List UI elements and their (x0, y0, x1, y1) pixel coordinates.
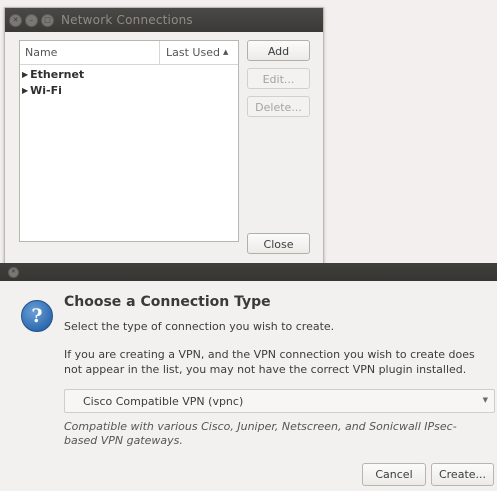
group-label: Ethernet (30, 67, 85, 81)
dialog-heading: Choose a Connection Type (64, 294, 271, 310)
selected-connection-type: Cisco Compatible VPN (vpnc) (83, 394, 244, 408)
cancel-button[interactable]: Cancel (362, 463, 426, 486)
close-window-icon[interactable]: ✕ (8, 266, 19, 278)
window-title: Network Connections (61, 13, 193, 27)
column-last-used-label: Last Used (166, 46, 220, 59)
minimize-window-icon[interactable]: – (25, 13, 38, 27)
dialog-titlebar[interactable]: ✕ (0, 263, 497, 281)
maximize-window-icon[interactable]: □ (41, 13, 54, 27)
dialog-subtitle: Select the type of connection you wish t… (64, 320, 335, 333)
list-group-ethernet[interactable]: ▶ Ethernet (20, 65, 238, 81)
connection-list[interactable]: Name Last Used ▲ ▶ Ethernet ▶ Wi-Fi (19, 40, 239, 242)
list-group-wifi[interactable]: ▶ Wi-Fi (20, 81, 238, 97)
column-header-name[interactable]: Name (20, 41, 160, 64)
window-titlebar[interactable]: ✕ – □ Network Connections (5, 8, 323, 32)
question-icon: ? (21, 300, 53, 332)
close-window-icon[interactable]: ✕ (9, 13, 22, 27)
edit-button[interactable]: Edit... (247, 68, 310, 89)
connection-type-select[interactable]: Cisco Compatible VPN (vpnc) ▼ (64, 389, 495, 413)
create-button[interactable]: Create... (431, 463, 494, 486)
column-header-last-used[interactable]: Last Used ▲ (160, 41, 238, 64)
column-name-label: Name (25, 46, 58, 59)
connection-type-dialog: ✕ ? Choose a Connection Type Select the … (0, 263, 497, 491)
chevron-down-icon[interactable]: ▼ (483, 396, 488, 404)
triangle-right-icon[interactable]: ▶ (22, 86, 28, 95)
triangle-right-icon[interactable]: ▶ (22, 70, 28, 79)
connection-type-description: Compatible with various Cisco, Juniper, … (64, 420, 457, 447)
group-label: Wi-Fi (30, 83, 62, 97)
sort-ascending-icon: ▲ (222, 48, 229, 56)
delete-button[interactable]: Delete... (247, 96, 310, 117)
list-header: Name Last Used ▲ (20, 41, 238, 65)
close-button[interactable]: Close (247, 233, 310, 254)
add-button[interactable]: Add (247, 40, 310, 61)
network-connections-window: ✕ – □ Network Connections Name Last Used… (4, 7, 324, 267)
vpn-plugin-info: If you are creating a VPN, and the VPN c… (64, 348, 475, 376)
